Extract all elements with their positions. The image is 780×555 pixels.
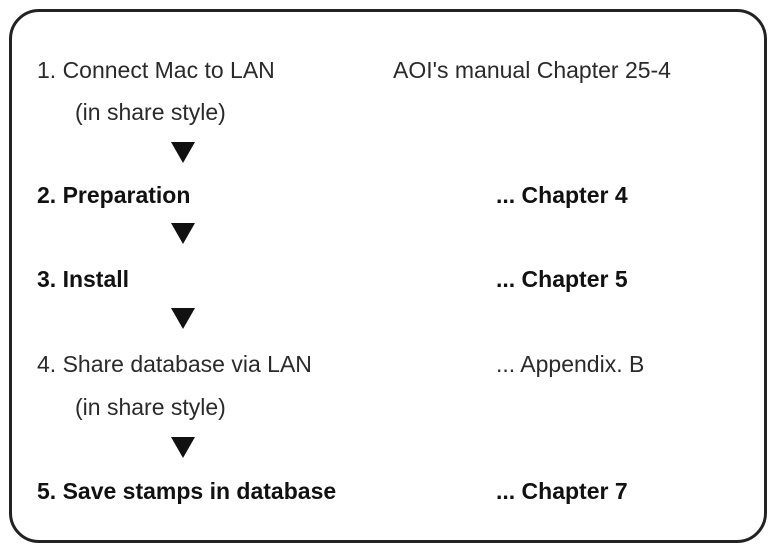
down-triangle-icon [171, 437, 195, 458]
step-3-reference: ... Chapter 5 [496, 266, 628, 292]
step-5-reference: ... Chapter 7 [496, 478, 628, 504]
down-triangle-icon [171, 142, 195, 163]
step-1-reference: AOI's manual Chapter 25-4 [393, 57, 671, 83]
step-2-reference: ... Chapter 4 [496, 182, 628, 208]
step-1-sublabel: (in share style) [75, 99, 226, 125]
down-triangle-icon [171, 223, 195, 244]
down-triangle-icon [171, 308, 195, 329]
step-5-label: 5. Save stamps in database [37, 478, 337, 504]
step-4-sublabel: (in share style) [75, 394, 226, 420]
step-2-label: 2. Preparation [37, 182, 191, 208]
step-4-reference: ... Appendix. B [496, 351, 645, 377]
step-3-label: 3. Install [37, 266, 130, 292]
step-4-label: 4. Share database via LAN [37, 351, 312, 377]
step-1-label: 1. Connect Mac to LAN [37, 57, 275, 83]
